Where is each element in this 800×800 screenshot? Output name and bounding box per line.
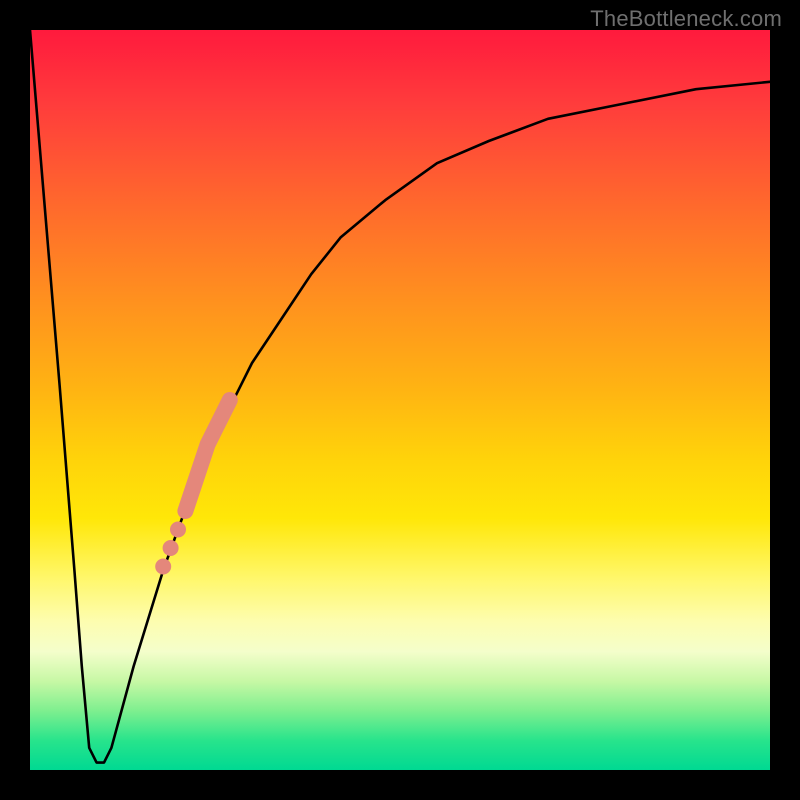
plot-area — [30, 30, 770, 770]
highlighted-dot — [155, 559, 171, 575]
watermark-text: TheBottleneck.com — [590, 6, 782, 32]
bottleneck-curve — [30, 30, 770, 763]
highlighted-dots — [155, 522, 186, 575]
chart-frame: TheBottleneck.com — [0, 0, 800, 800]
chart-svg — [30, 30, 770, 770]
highlighted-segment-path — [185, 400, 229, 511]
highlighted-dot — [163, 540, 179, 556]
highlighted-dot — [170, 522, 186, 538]
bottleneck-curve-path — [30, 30, 770, 763]
highlighted-segment — [185, 400, 229, 511]
